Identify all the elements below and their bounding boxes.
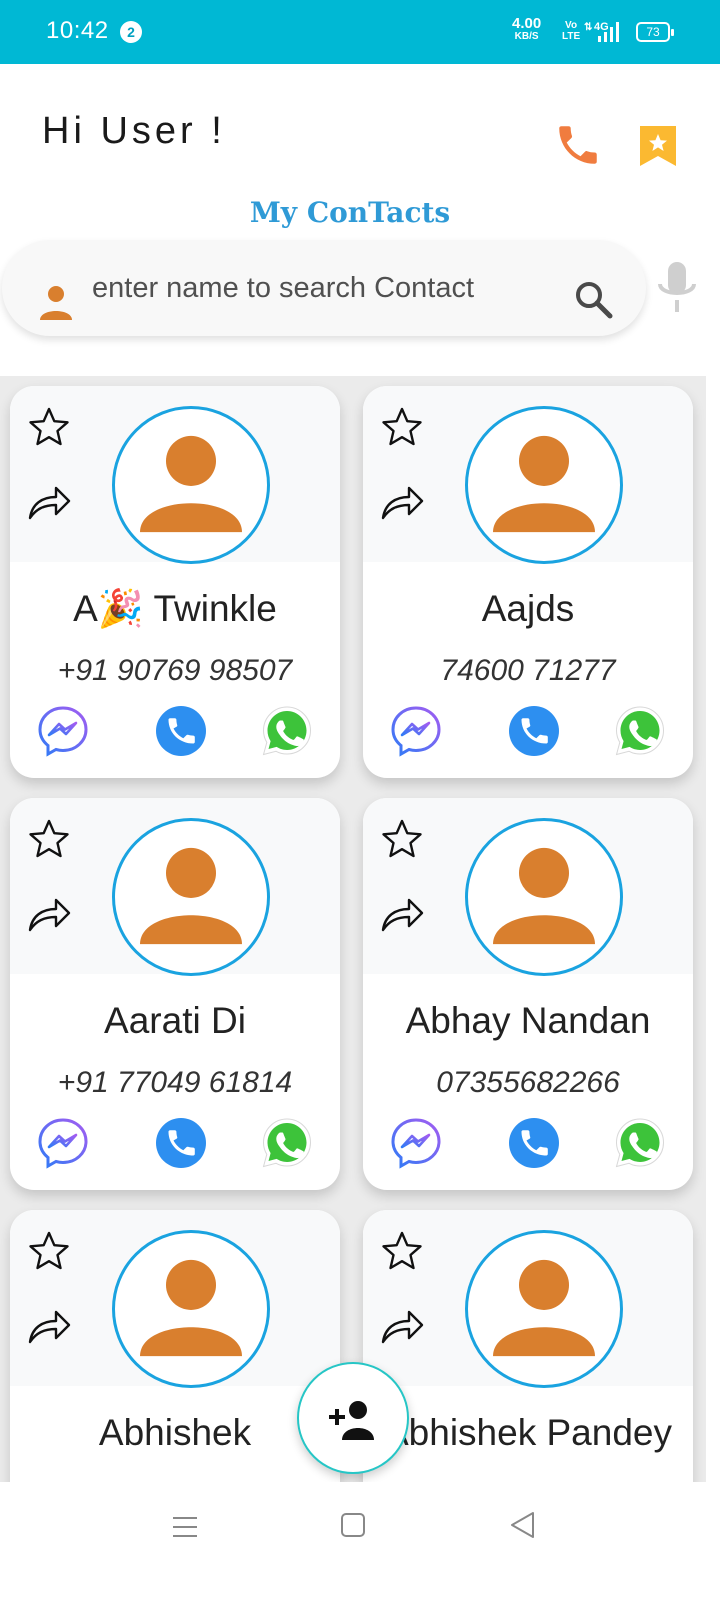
signal-icon: ⇅ 4G [584,20,630,49]
call-icon[interactable] [507,704,561,758]
home-square-icon[interactable] [340,1511,366,1539]
screen: 10:42 2 4.00 KB/S Vo LTE ⇅ 4G 73 Hi User… [0,0,720,1600]
share-icon[interactable] [379,894,425,934]
whatsapp-icon[interactable] [260,1116,314,1170]
bookmark-star-icon[interactable] [638,124,678,168]
contact-phone: 74600 71277 [440,654,616,687]
call-icon[interactable] [154,704,208,758]
contact-name: A🎉 Twinkle [73,588,277,629]
search-input[interactable] [92,264,542,312]
volte-top: Vo [565,20,578,31]
star-outline-icon[interactable] [381,818,423,860]
share-icon[interactable] [26,1306,72,1346]
system-nav-bar [0,1482,720,1600]
network-speed: 4.00 KB/S [512,16,541,43]
contact-phone: +91 77049 61814 [57,1066,293,1099]
avatar [112,406,270,564]
person-icon [38,284,74,320]
whatsapp-icon[interactable] [613,1116,667,1170]
network-speed-unit: KB/S [514,31,539,42]
contact-card[interactable]: Aajds 74600 71277 [363,386,693,778]
avatar [465,406,623,564]
avatar [465,1230,623,1388]
messenger-icon[interactable] [36,1116,90,1170]
status-time: 10:42 [46,17,109,44]
mic-icon[interactable] [656,260,698,314]
share-icon[interactable] [379,482,425,522]
volte-indicator: Vo LTE [562,20,580,42]
share-icon[interactable] [26,482,72,522]
contact-name: Abhay Nandan [405,1000,651,1041]
contact-name: Aajds [481,588,575,629]
avatar [112,1230,270,1388]
contact-phone: +91 90769 98507 [57,654,293,687]
whatsapp-icon[interactable] [613,704,667,758]
contact-card[interactable]: Abhishek [10,1210,340,1482]
contact-name: Abhishek [98,1412,252,1453]
notification-badge: 2 [120,21,142,43]
contact-card[interactable]: A🎉 Twinkle +91 90769 98507 [10,386,340,778]
network-type: 4G [594,21,609,33]
add-person-icon [329,1401,374,1440]
messenger-icon[interactable] [389,1116,443,1170]
contact-card[interactable]: Abhay Nandan 07355682266 [363,798,693,1190]
star-outline-icon[interactable] [28,1230,70,1272]
contact-phone: 07355682266 [436,1066,620,1099]
volte-bottom: LTE [562,31,581,42]
avatar [112,818,270,976]
share-icon[interactable] [26,894,72,934]
app-title: My ConTacts [249,196,451,229]
contact-card[interactable]: Aarati Di +91 77049 61814 [10,798,340,1190]
star-outline-icon[interactable] [381,1230,423,1272]
contact-name: Aarati Di [104,1000,246,1041]
search-bar[interactable] [2,240,646,336]
greeting-text: Hi User ! [42,110,226,152]
star-outline-icon[interactable] [28,406,70,448]
call-icon[interactable] [507,1116,561,1170]
recents-menu-icon[interactable] [170,1512,200,1542]
messenger-icon[interactable] [389,704,443,758]
status-bar: 10:42 2 4.00 KB/S Vo LTE ⇅ 4G 73 [0,0,720,64]
call-icon[interactable] [154,1116,208,1170]
search-icon[interactable] [572,278,614,320]
contact-name: Abhishek Pandey [384,1412,672,1453]
battery-icon: 73 [636,22,674,42]
avatar [465,818,623,976]
whatsapp-icon[interactable] [260,704,314,758]
messenger-icon[interactable] [36,704,90,758]
back-triangle-icon[interactable] [508,1510,536,1540]
share-icon[interactable] [379,1306,425,1346]
star-outline-icon[interactable] [381,406,423,448]
svg-text:⇅: ⇅ [584,22,593,33]
phone-icon[interactable] [553,120,603,170]
contacts-grid: A🎉 Twinkle +91 90769 98507 Aajds 74600 7127… [0,376,706,1482]
star-outline-icon[interactable] [28,818,70,860]
add-contact-button[interactable] [297,1362,409,1474]
contact-card[interactable]: Abhishek Pandey [363,1210,693,1482]
